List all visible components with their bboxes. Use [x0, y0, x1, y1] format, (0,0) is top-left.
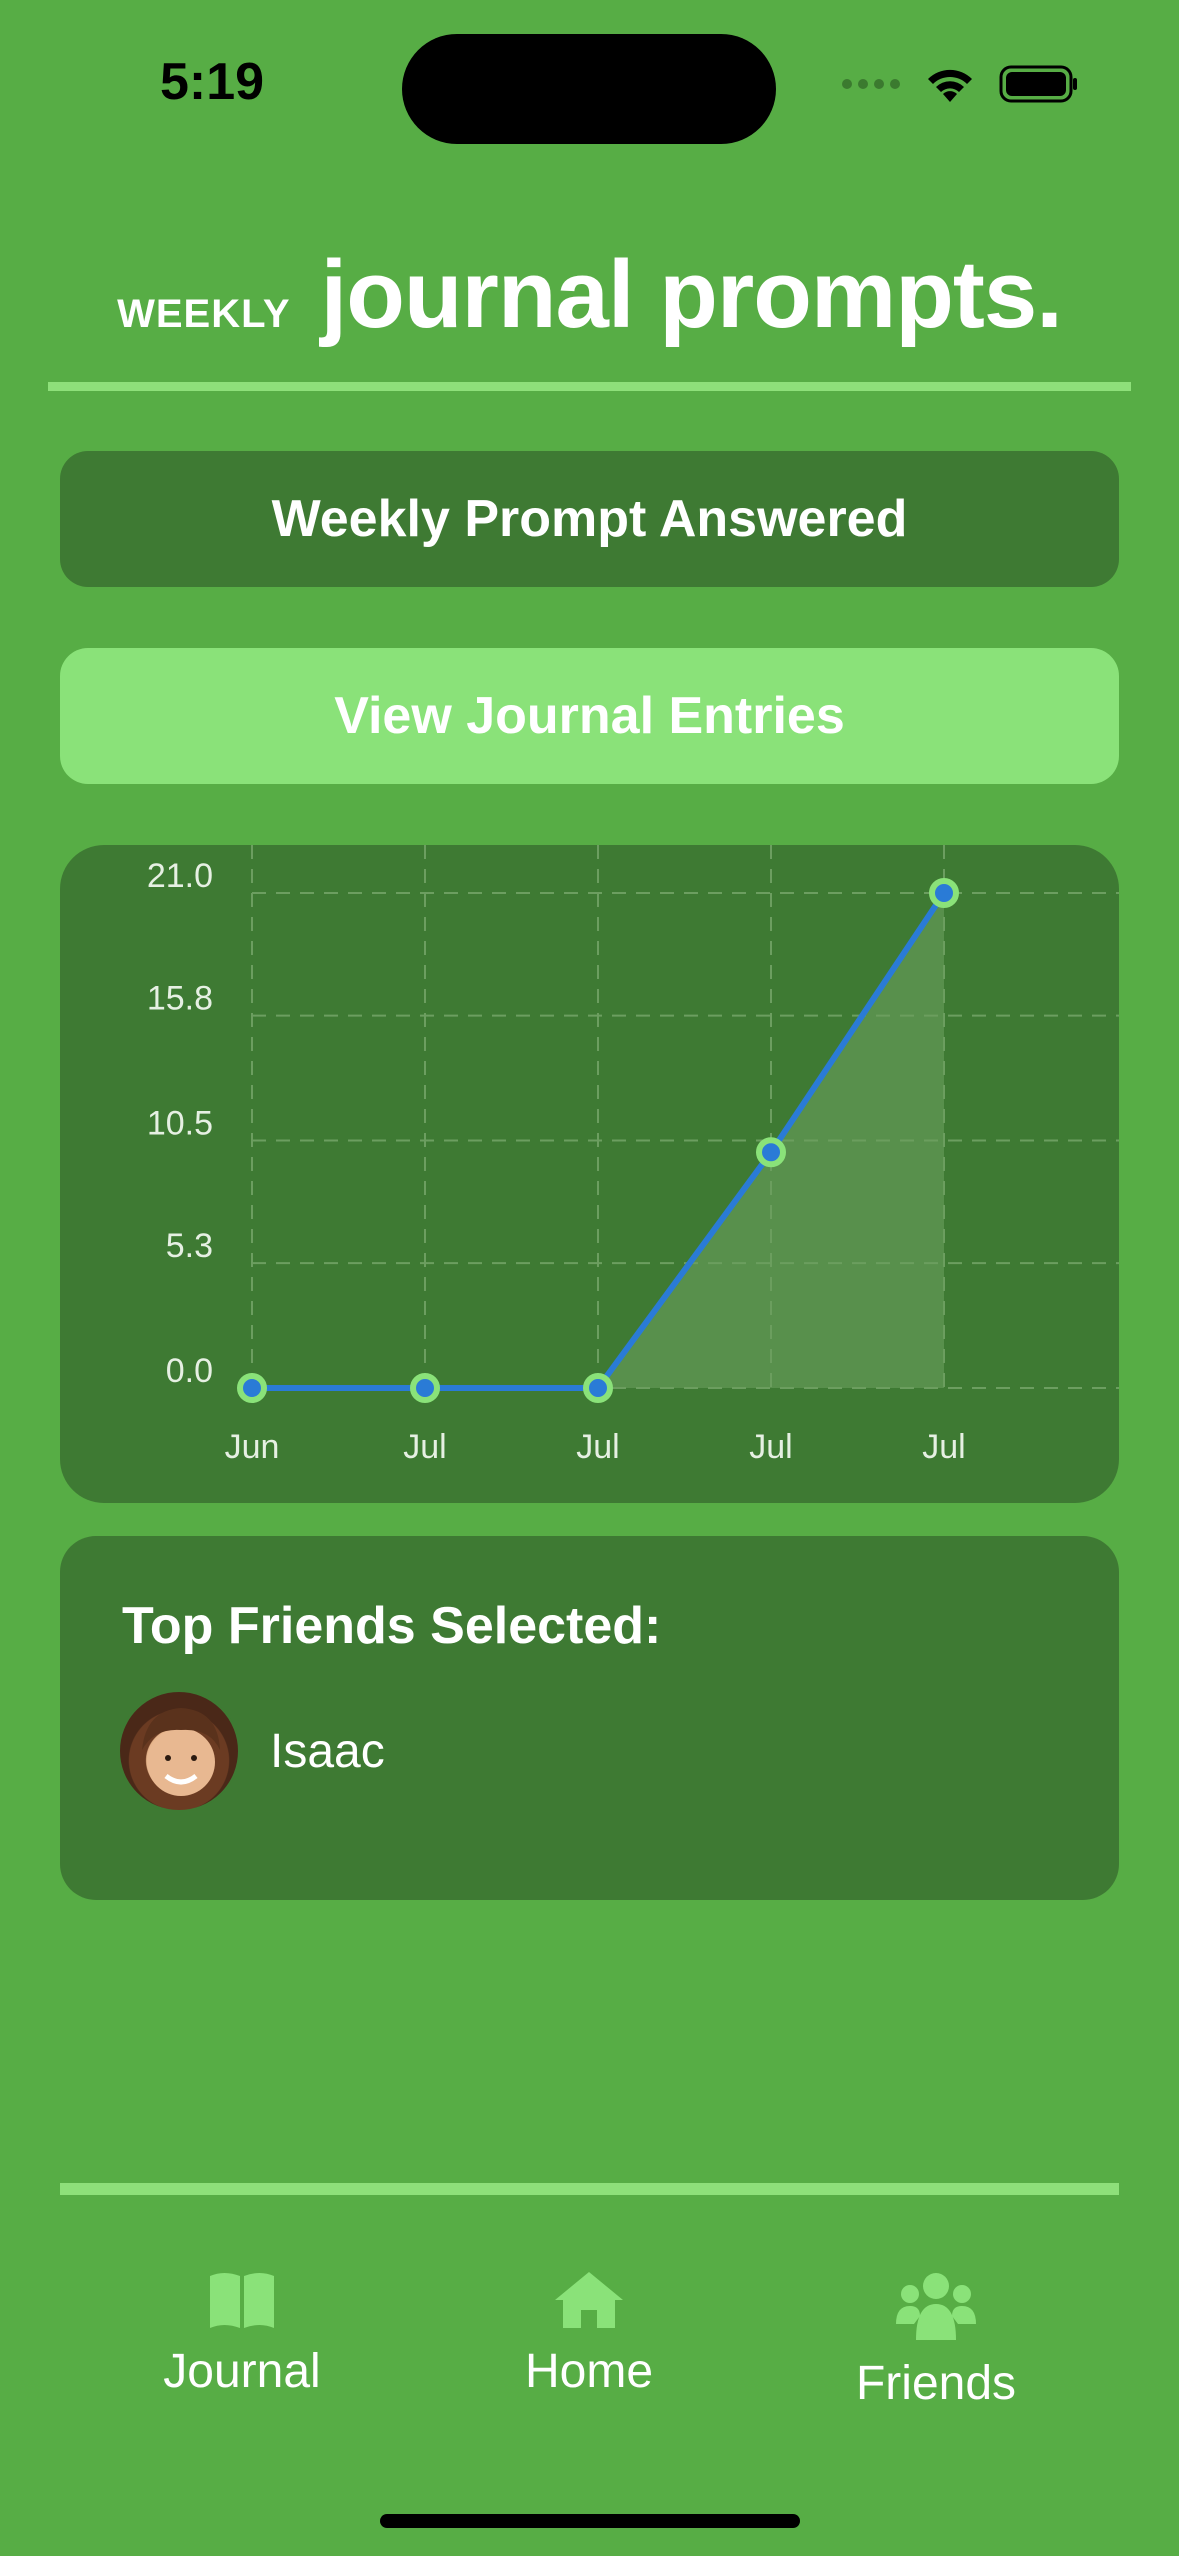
- avatar-face: [142, 1708, 220, 1796]
- people-icon: [896, 2273, 976, 2340]
- x-tick-label: Jul: [576, 1428, 619, 1466]
- tab-journal[interactable]: Journal: [92, 2270, 392, 2399]
- header-divider: [48, 382, 1131, 391]
- data-point: [929, 878, 959, 908]
- page-title: journal prompts.: [320, 241, 1063, 348]
- friend-item[interactable]: Isaac: [118, 1690, 385, 1812]
- app-header: WEEKLY journal prompts.: [0, 240, 1179, 350]
- y-tick-label: 15.8: [147, 980, 213, 1018]
- tabbar-divider: [60, 2183, 1119, 2195]
- x-tick-label: Jul: [749, 1428, 792, 1466]
- house-icon: [555, 2272, 623, 2328]
- header-weekly: WEEKLY: [117, 292, 291, 336]
- data-point: [410, 1373, 440, 1403]
- data-point: [756, 1137, 786, 1168]
- tab-friends-label: Friends: [855, 2357, 1017, 2410]
- y-tick-label: 21.0: [147, 857, 213, 895]
- data-point: [237, 1373, 267, 1403]
- tab-home-label: Home: [524, 2345, 654, 2398]
- tab-friends[interactable]: Friends: [786, 2270, 1086, 2411]
- friend-name: Isaac: [270, 1724, 385, 1778]
- top-friends-title: Top Friends Selected:: [122, 1597, 662, 1655]
- weekly-prompt-answered-button[interactable]: Weekly Prompt Answered: [60, 451, 1119, 587]
- view-journal-entries-button[interactable]: View Journal Entries: [60, 648, 1119, 784]
- data-point: [583, 1373, 613, 1403]
- y-tick-label: 5.3: [166, 1227, 213, 1265]
- wifi-icon: [928, 69, 972, 102]
- book-icon: [210, 2273, 274, 2328]
- y-tick-label: 0.0: [166, 1352, 213, 1390]
- dynamic-island: [402, 34, 776, 144]
- entries-chart-svg: 21.0 15.8 10.5 5.3 0.0 Jun Jul Jul Jul Jul: [147, 845, 1119, 1466]
- battery-icon: [999, 65, 1077, 103]
- screen: 5:19 WEEKLY journal prompts. Weekly Prom…: [0, 0, 1179, 2556]
- y-tick-label: 10.5: [147, 1105, 213, 1143]
- status-time: 5:19: [160, 53, 265, 111]
- x-tick-label: Jun: [225, 1428, 280, 1466]
- home-indicator: [380, 2514, 800, 2528]
- tab-journal-label: Journal: [163, 2345, 321, 2398]
- tab-home[interactable]: Home: [439, 2270, 739, 2399]
- x-tick-label: Jul: [403, 1428, 446, 1466]
- tab-bar: Journal Home Friends: [0, 2270, 1179, 2440]
- status-icons: [841, 64, 1079, 104]
- top-friends-card: Top Friends Selected: Isaac: [60, 1536, 1119, 1900]
- avatar: [118, 1690, 240, 1812]
- x-tick-label: Jul: [922, 1428, 965, 1466]
- entries-chart: 21.0 15.8 10.5 5.3 0.0 Jun Jul Jul Jul Jul: [60, 845, 1119, 1503]
- signal-icon: [842, 79, 900, 89]
